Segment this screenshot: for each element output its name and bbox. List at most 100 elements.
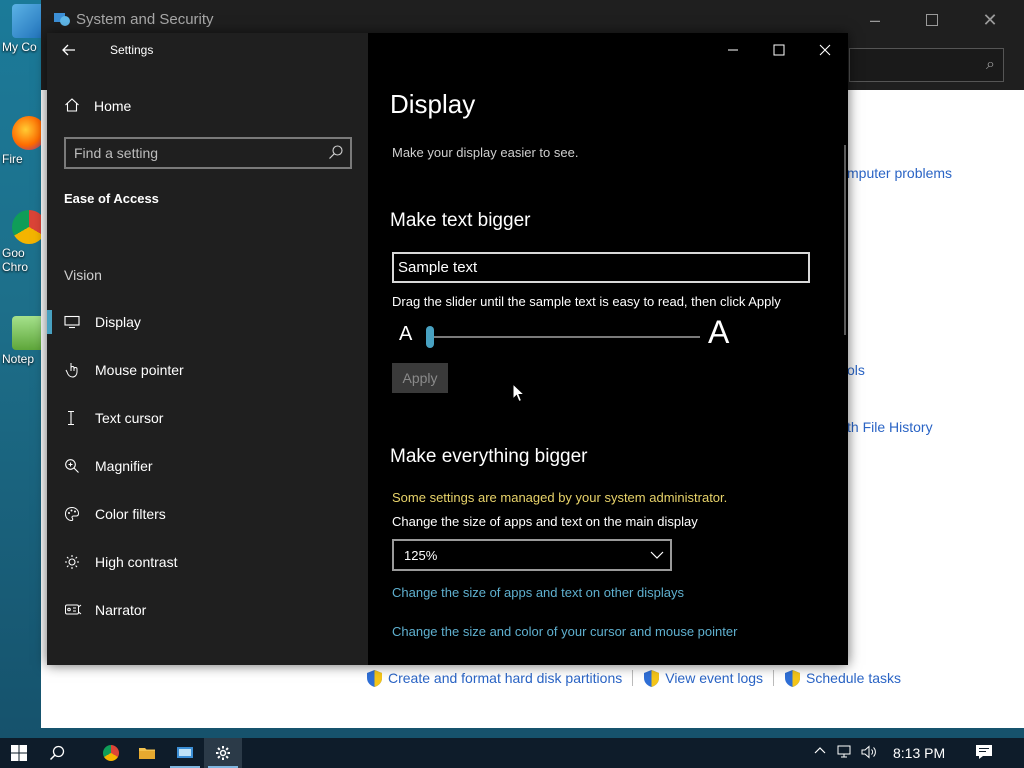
sidebar-item-color-filters[interactable]: Color filters [47, 494, 368, 534]
slider-big-a-label: A [708, 314, 730, 350]
maximize-button[interactable] [918, 6, 946, 34]
maximize-icon [926, 14, 938, 26]
gear-icon [216, 746, 230, 760]
sidebar-item-label: Color filters [95, 506, 166, 522]
slider-small-a-label: A [399, 323, 413, 345]
control-panel-icon [177, 747, 193, 758]
close-button[interactable] [810, 39, 840, 61]
close-icon [819, 44, 831, 56]
taskbar-clock[interactable]: 8:13 PM [893, 745, 945, 761]
taskbar-chrome[interactable] [92, 738, 130, 768]
search-icon[interactable] [328, 144, 344, 160]
cursor-settings-link[interactable]: Change the size and color of your cursor… [392, 624, 737, 639]
sidebar-item-mouse-pointer[interactable]: Mouse pointer [47, 350, 368, 390]
taskbar-file-explorer[interactable] [128, 738, 166, 768]
maximize-button[interactable] [764, 39, 794, 61]
control-panel-search-box[interactable]: ⌕ [849, 48, 1004, 82]
notifications-icon[interactable] [975, 744, 993, 763]
content-scrollbar[interactable] [844, 145, 846, 335]
minimize-button[interactable]: – [861, 6, 889, 34]
scale-label: Change the size of apps and text on the … [392, 514, 698, 529]
settings-window-title: Settings [110, 43, 154, 57]
maximize-icon [773, 44, 785, 56]
text-cursor-icon [47, 410, 95, 426]
shield-icon [367, 669, 382, 687]
sidebar-item-label: Magnifier [95, 458, 153, 474]
sun-icon [47, 554, 95, 570]
settings-nav-pane: Settings Home Ease of Access Vision Disp… [47, 33, 368, 665]
apply-button[interactable]: Apply [392, 363, 448, 393]
control-panel-icon [54, 13, 70, 26]
mouse-cursor-icon [512, 383, 526, 403]
display-icon [47, 315, 95, 329]
windows-logo-icon [11, 745, 27, 761]
sidebar-item-label: Display [95, 314, 141, 330]
page-subtitle: Make your display easier to see. [392, 145, 579, 160]
sidebar-item-display[interactable]: Display [47, 302, 368, 342]
sidebar-item-magnifier[interactable]: Magnifier [47, 446, 368, 486]
sidebar-item-text-cursor[interactable]: Text cursor [47, 398, 368, 438]
disk-partitions-link[interactable]: Create and format hard disk partitions [366, 669, 622, 688]
section-heading-ease-of-access: Ease of Access [64, 191, 159, 206]
text-size-slider[interactable] [426, 326, 700, 348]
home-icon [64, 97, 94, 116]
scale-dropdown[interactable]: 125% [392, 539, 672, 571]
narrator-icon [47, 602, 95, 618]
link-separator [773, 670, 775, 686]
chevron-down-icon [650, 551, 664, 559]
link-separator [632, 670, 634, 686]
taskbar-settings[interactable] [204, 738, 242, 768]
start-button[interactable] [0, 738, 38, 768]
everything-bigger-heading: Make everything bigger [390, 446, 588, 467]
settings-window: Settings Home Ease of Access Vision Disp… [47, 33, 848, 665]
sidebar-item-narrator[interactable]: Narrator [47, 590, 368, 630]
text-size-slider-thumb[interactable] [426, 326, 434, 348]
back-button[interactable] [61, 39, 85, 61]
volume-icon[interactable] [860, 744, 878, 763]
tray-chevron-up-icon[interactable] [814, 744, 826, 761]
settings-content-pane: Display Make your display easier to see.… [368, 33, 848, 665]
tools-link[interactable]: ols [847, 362, 865, 378]
shield-icon [785, 669, 801, 687]
group-heading-vision: Vision [64, 267, 102, 283]
search-icon [49, 745, 65, 761]
nav-home-label: Home [94, 98, 132, 114]
sidebar-item-label: Mouse pointer [95, 362, 184, 378]
slider-hint: Drag the slider until the sample text is… [392, 294, 781, 309]
admin-tools-links: Create and format hard disk partitions V… [366, 667, 901, 689]
page-title: Display [390, 89, 476, 119]
schedule-tasks-label: Schedule tasks [806, 670, 901, 686]
sidebar-item-label: High contrast [95, 554, 178, 570]
event-logs-link[interactable]: View event logs [643, 669, 763, 688]
admin-managed-note: Some settings are managed by your system… [392, 490, 728, 505]
find-setting-box[interactable] [64, 137, 352, 169]
minimize-icon [728, 49, 738, 51]
taskbar-search-button[interactable] [38, 738, 76, 768]
chrome-icon [103, 745, 119, 761]
folder-icon [139, 748, 155, 759]
file-history-link[interactable]: th File History [847, 419, 933, 435]
schedule-tasks-link[interactable]: Schedule tasks [784, 669, 901, 688]
sample-text-preview: Sample text [392, 252, 810, 283]
control-panel-title: System and Security [76, 11, 214, 28]
sidebar-item-high-contrast[interactable]: High contrast [47, 542, 368, 582]
close-button[interactable]: ✕ [976, 6, 1004, 34]
disk-partitions-label: Create and format hard disk partitions [388, 670, 623, 686]
shield-icon [644, 669, 660, 687]
magnifier-icon [47, 458, 95, 474]
desktop-icon-label: Goo Chro [2, 246, 29, 274]
sidebar-item-label: Narrator [95, 602, 147, 618]
search-icon: ⌕ [986, 56, 995, 73]
find-setting-input[interactable] [74, 144, 314, 162]
scale-dropdown-value: 125% [404, 548, 438, 563]
palette-icon [47, 506, 95, 522]
back-arrow-icon [62, 44, 75, 56]
minimize-button[interactable] [718, 39, 748, 61]
network-icon[interactable] [836, 744, 854, 763]
nav-home[interactable]: Home [64, 95, 131, 117]
troubleshoot-link[interactable]: mputer problems [847, 165, 952, 181]
other-displays-link[interactable]: Change the size of apps and text on othe… [392, 585, 684, 600]
sidebar-item-label: Text cursor [95, 410, 164, 426]
taskbar-control-panel[interactable] [166, 738, 204, 768]
event-logs-label: View event logs [665, 670, 764, 686]
